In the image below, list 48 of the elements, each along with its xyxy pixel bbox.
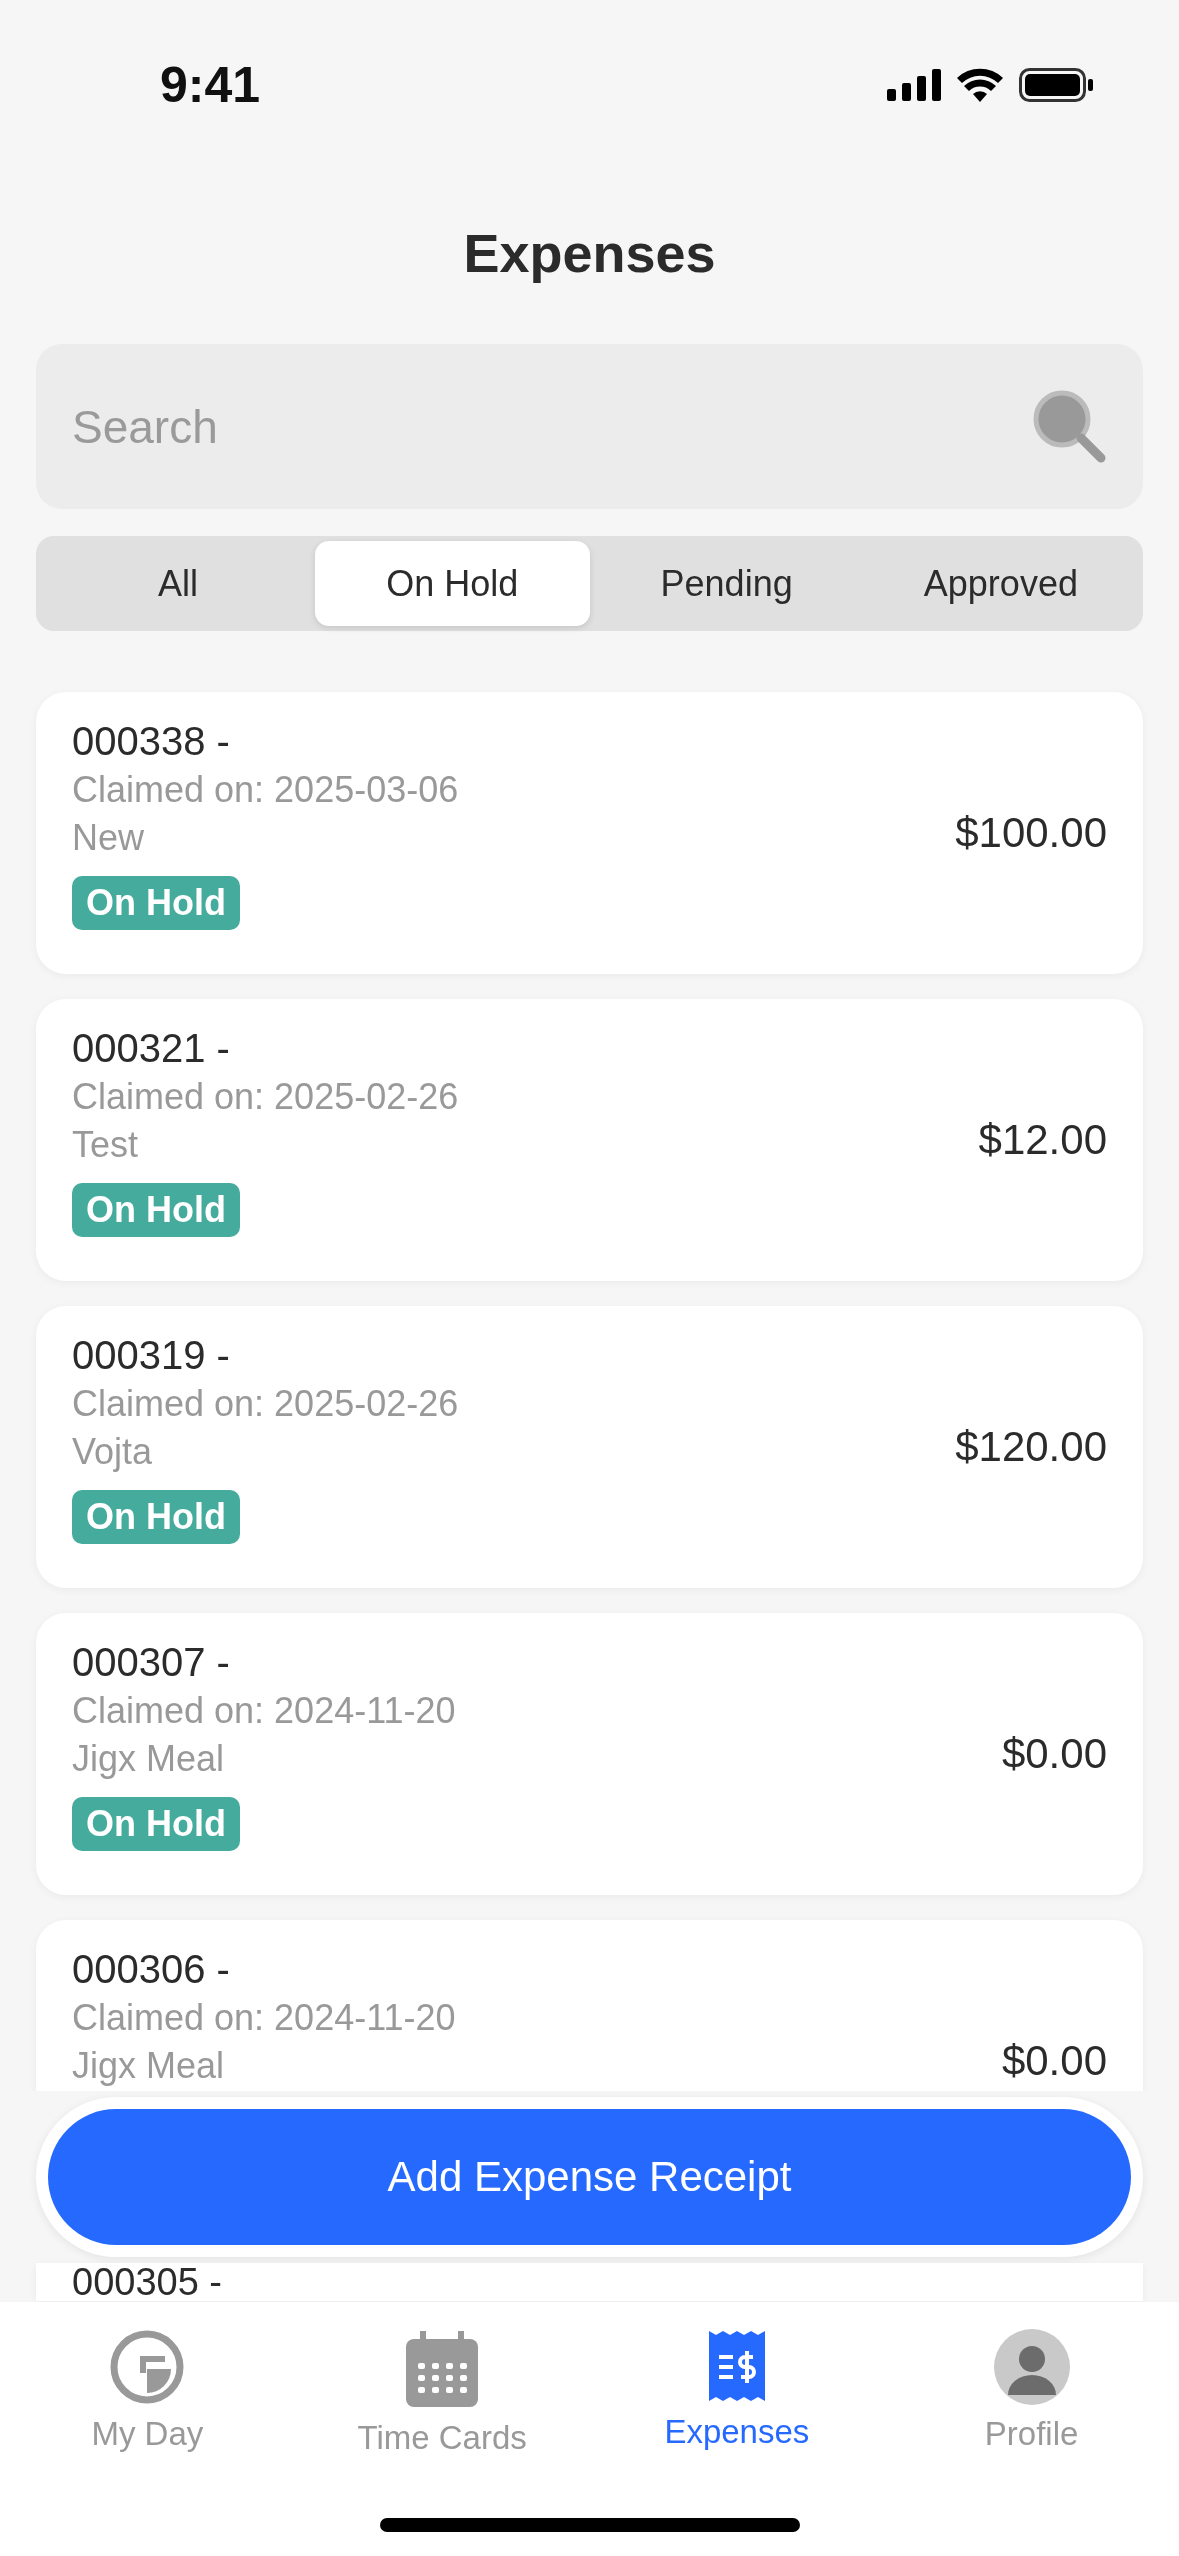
status-badge: On Hold (72, 1797, 240, 1851)
expense-card[interactable]: 000306 - Claimed on: 2024-11-20 Jigx Meal $0.00 (36, 1920, 1143, 2091)
filter-tab[interactable]: All (41, 541, 316, 626)
add-expense-button[interactable]: Add Expense Receipt (48, 2109, 1131, 2245)
status-badge: On Hold (72, 876, 240, 930)
expense-amount: $12.00 (978, 1116, 1107, 1164)
claimed-date: Claimed on: 2025-02-26 (72, 1075, 459, 1119)
expense-description: Jigx Meal (72, 2044, 225, 2088)
receipt-icon (708, 2329, 765, 2403)
expense-amount: $100.00 (955, 809, 1107, 857)
search-field[interactable]: Search (36, 344, 1143, 509)
status-badge: On Hold (72, 1490, 240, 1544)
expense-number: 000338 - (72, 718, 230, 765)
expense-card[interactable]: 000307 - Claimed on: 2024-11-20 Jigx Meal On Hold $0.00 (36, 1613, 1143, 1895)
filter-tab[interactable]: On Hold (315, 541, 590, 626)
expense-number: 000305 - (72, 2263, 222, 2301)
battery-icon (1019, 68, 1093, 102)
expense-description: Test (72, 1123, 139, 1167)
expense-card[interactable]: 000338 - Claimed on: 2025-03-06 New On Hold $100.00 (36, 692, 1143, 974)
page-title: Expenses (462, 222, 717, 285)
clock-icon (109, 2329, 186, 2405)
expense-amount: $120.00 (955, 1423, 1107, 1471)
claimed-date: Claimed on: 2024-11-20 (72, 1996, 456, 2040)
filter-tab[interactable]: Approved (863, 541, 1138, 626)
filter-tab[interactable]: Pending (589, 541, 864, 626)
expense-card[interactable]: 000321 - Claimed on: 2025-02-26 Test On Hold $12.00 (36, 999, 1143, 1281)
avatar-icon (993, 2329, 1070, 2405)
expense-number: 000306 - (72, 1946, 230, 1993)
claimed-date: Claimed on: 2025-03-06 (72, 768, 459, 812)
tab-bar-item[interactable]: Expenses (589, 2328, 885, 2452)
expense-description: Jigx Meal (72, 1737, 225, 1781)
expense-card[interactable]: 000305 - (36, 2263, 1143, 2301)
expense-number: 000321 - (72, 1025, 230, 1072)
claimed-date: Claimed on: 2025-02-26 (72, 1382, 459, 1426)
expense-number: 000307 - (72, 1639, 230, 1686)
expense-number: 000319 - (72, 1332, 230, 1379)
wifi-icon (957, 68, 1003, 102)
search-icon (1031, 388, 1107, 464)
signal-icon (887, 69, 941, 101)
expense-amount: $0.00 (1001, 1730, 1107, 1778)
expense-card[interactable]: 000319 - Claimed on: 2025-02-26 Vojta On Hold $120.00 (36, 1306, 1143, 1588)
expense-description: Vojta (72, 1430, 153, 1474)
expense-amount: $0.00 (1001, 2037, 1107, 2085)
claimed-date: Claimed on: 2024-11-20 (72, 1689, 456, 1733)
calendar-icon (404, 2329, 481, 2409)
status-time: 9:41 (160, 56, 261, 114)
expense-description: New (72, 816, 145, 860)
status-badge: On Hold (72, 1183, 240, 1237)
